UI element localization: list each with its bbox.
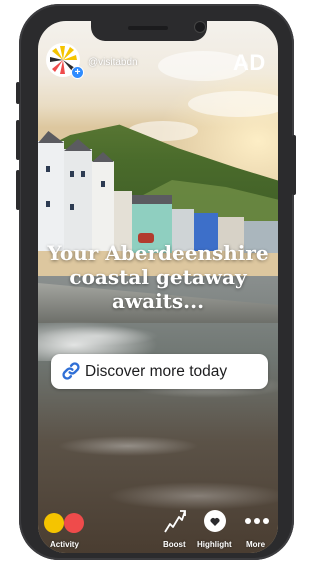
speaker-grille (128, 26, 168, 30)
boost-icon[interactable] (163, 508, 187, 534)
account-handle[interactable]: @visitabdn (88, 57, 138, 68)
activity-label[interactable]: Activity (50, 540, 79, 549)
highlight-icon[interactable] (203, 509, 227, 533)
mute-switch (16, 82, 20, 104)
house (92, 152, 114, 251)
volume-up-button (16, 120, 20, 160)
headline-line: awaits... (111, 289, 205, 313)
activity-red-dot[interactable] (64, 513, 84, 533)
discover-more-button[interactable]: Discover more today (51, 354, 268, 389)
plus-icon[interactable]: + (71, 66, 84, 79)
boost-label[interactable]: Boost (163, 540, 186, 549)
house (64, 139, 92, 251)
more-label[interactable]: More (246, 540, 265, 549)
front-camera (194, 21, 206, 33)
ad-label: AD (233, 50, 266, 75)
highlight-label[interactable]: Highlight (197, 540, 232, 549)
more-icon[interactable] (244, 517, 270, 525)
power-button (292, 135, 296, 195)
link-icon (62, 362, 80, 380)
activity-yellow-dot[interactable] (44, 513, 64, 533)
headline: Your Aberdeenshire coastal getaway await… (38, 241, 278, 313)
notch (91, 21, 207, 41)
house (38, 131, 64, 251)
cloud (188, 91, 278, 117)
headline-line: Your Aberdeenshire (47, 241, 269, 265)
volume-down-button (16, 170, 20, 210)
headline-line: coastal getaway (69, 265, 247, 289)
cta-label: Discover more today (85, 363, 228, 380)
